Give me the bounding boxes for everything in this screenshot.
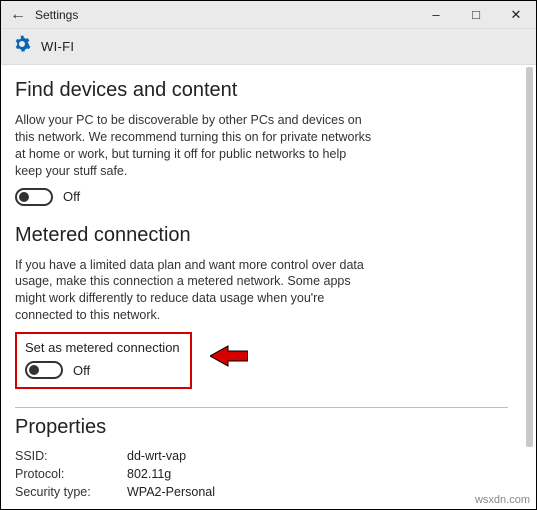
minimize-button[interactable]: –: [416, 1, 456, 29]
maximize-button[interactable]: □: [456, 1, 496, 29]
window-title: Settings: [35, 8, 78, 22]
metered-toggle-row: Off: [25, 361, 180, 379]
metered-desc: If you have a limited data plan and want…: [15, 257, 375, 325]
property-row: Protocol: 802.11g: [15, 467, 508, 481]
close-button[interactable]: ✕: [496, 1, 536, 29]
property-val: 802.11g: [127, 467, 171, 481]
gear-icon: [13, 35, 31, 58]
property-row: SSID: dd-wrt-vap: [15, 449, 508, 463]
scrollbar[interactable]: [526, 67, 533, 447]
property-key: Protocol:: [15, 467, 127, 481]
property-val: WPA2-Personal: [127, 485, 215, 499]
property-row: Security type: WPA2-Personal: [15, 485, 508, 499]
page-header: WI-FI: [1, 29, 536, 65]
find-devices-desc: Allow your PC to be discoverable by othe…: [15, 112, 375, 180]
metered-toggle-state: Off: [73, 363, 90, 378]
find-devices-toggle-row: Off: [15, 188, 508, 206]
find-devices-heading: Find devices and content: [15, 79, 508, 102]
watermark: wsxdn.com: [475, 494, 530, 506]
section-divider: [15, 407, 508, 408]
property-val: dd-wrt-vap: [127, 449, 186, 463]
metered-highlight-box: Set as metered connection Off: [15, 332, 192, 389]
metered-heading: Metered connection: [15, 224, 508, 247]
content-area: Find devices and content Allow your PC t…: [1, 65, 524, 509]
metered-option-label: Set as metered connection: [25, 340, 180, 355]
find-devices-toggle-state: Off: [63, 189, 80, 204]
properties-heading: Properties: [15, 416, 508, 439]
find-devices-toggle[interactable]: [15, 188, 53, 206]
property-key: Security type:: [15, 485, 127, 499]
back-button[interactable]: ←: [1, 1, 35, 29]
titlebar: ← Settings – □ ✕: [1, 1, 536, 29]
properties-table: SSID: dd-wrt-vap Protocol: 802.11g Secur…: [15, 449, 508, 499]
arrow-annotation-icon: [210, 344, 248, 373]
page-title: WI-FI: [41, 39, 74, 54]
property-key: SSID:: [15, 449, 127, 463]
metered-toggle[interactable]: [25, 361, 63, 379]
